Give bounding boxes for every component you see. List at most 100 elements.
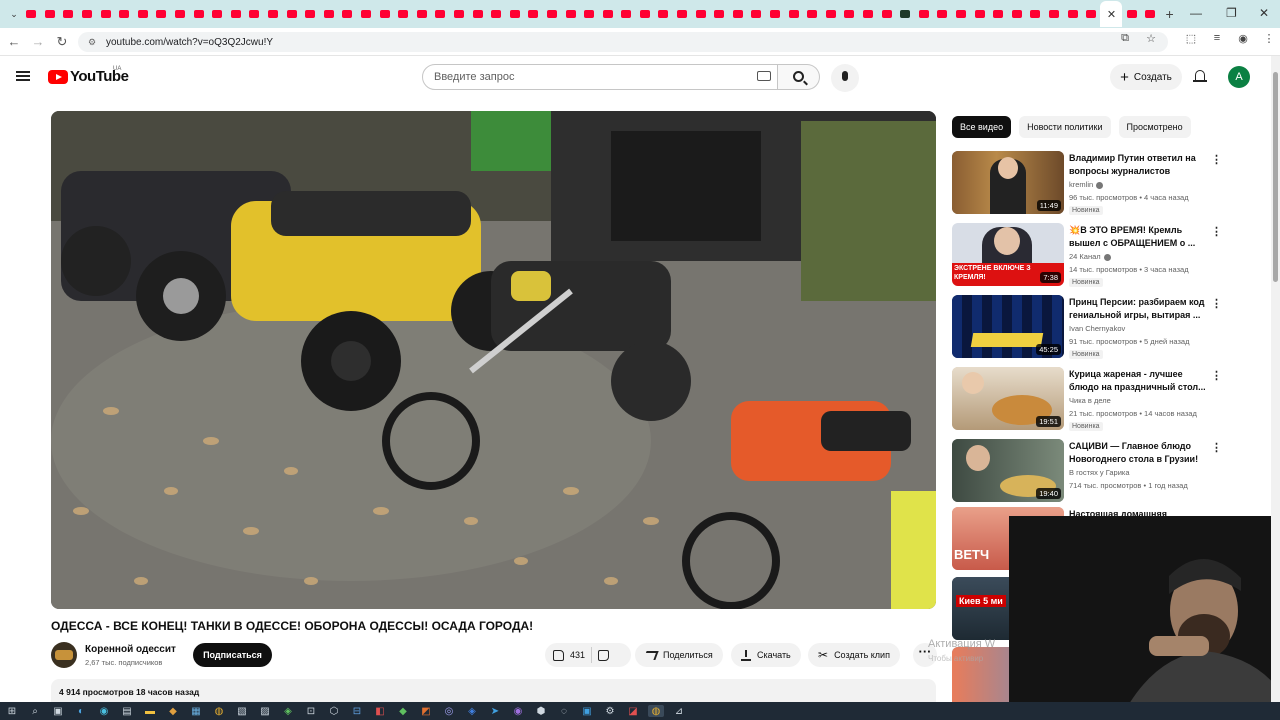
- tab-favicon[interactable]: [412, 2, 431, 26]
- tab-favicon[interactable]: [896, 2, 915, 26]
- like-icon[interactable]: [553, 649, 564, 661]
- recommendation-item[interactable]: 19:51 Курица жареная - лучшее блюдо на п…: [952, 367, 1222, 431]
- recommendation-item[interactable]: 19:40 САЦИВИ — Главное блюдо Новогоднего…: [952, 439, 1222, 503]
- recommendation-item[interactable]: 11:49 Владимир Путин ответил на вопросы …: [952, 151, 1222, 215]
- app-icon[interactable]: ◌: [556, 705, 572, 717]
- dislike-icon[interactable]: [598, 649, 610, 661]
- tab-favicon[interactable]: [1082, 2, 1101, 26]
- tab-favicon[interactable]: [96, 2, 115, 26]
- tab-favicon[interactable]: [673, 2, 692, 26]
- tab-favicon[interactable]: [152, 2, 171, 26]
- tab-favicon[interactable]: [1063, 2, 1082, 26]
- tab-favicon[interactable]: [245, 2, 264, 26]
- app-icon[interactable]: ⊡: [303, 705, 319, 717]
- app-icon[interactable]: ◆: [395, 705, 411, 717]
- tab-favicon[interactable]: [450, 2, 469, 26]
- recommendation-item[interactable]: 45:25 Принц Персии: разбираем код гениал…: [952, 295, 1222, 359]
- rec-title[interactable]: 💥В ЭТО ВРЕМЯ! Кремль вышел с ОБРАЩЕНИЕМ …: [1069, 224, 1209, 250]
- notifications-bell-icon[interactable]: [1193, 69, 1207, 84]
- chrome-active-icon[interactable]: ◍: [648, 705, 664, 717]
- app-icon[interactable]: ◧: [372, 705, 388, 717]
- rec-channel[interactable]: kremlin: [1069, 180, 1104, 189]
- rec-channel[interactable]: 24 Канал: [1069, 252, 1111, 261]
- recommendation-item[interactable]: ЭКСТРЕНЕ ВКЛЮЧЕ З КРЕМЛЯ! 7:38 💥В ЭТО ВР…: [952, 223, 1222, 287]
- page-scrollbar[interactable]: [1271, 56, 1280, 704]
- start-menu-icon[interactable]: ⊞: [4, 705, 20, 717]
- reload-icon[interactable]: ↻: [50, 34, 74, 50]
- voice-search-button[interactable]: [831, 64, 859, 92]
- maximize-window-icon[interactable]: ❐: [1226, 6, 1237, 20]
- rec-title[interactable]: Владимир Путин ответил на вопросы журнал…: [1069, 152, 1209, 178]
- rec-menu-icon[interactable]: ⋮: [1211, 441, 1222, 454]
- rec-title[interactable]: САЦИВИ — Главное блюдо Новогоднего стола…: [1069, 440, 1209, 466]
- app-icon[interactable]: ⬡: [326, 705, 342, 717]
- channel-name[interactable]: Коренной одессит: [85, 644, 176, 655]
- tab-favicon[interactable]: [933, 2, 952, 26]
- tab-favicon[interactable]: [543, 2, 562, 26]
- tab-favicon[interactable]: [375, 2, 394, 26]
- channel-avatar[interactable]: [51, 642, 77, 668]
- youtube-logo[interactable]: YouTube UA: [48, 66, 129, 85]
- video-thumbnail[interactable]: 19:51: [952, 367, 1064, 430]
- tab-favicon[interactable]: [264, 2, 283, 26]
- rec-menu-icon[interactable]: ⋮: [1211, 225, 1222, 238]
- forward-icon[interactable]: →: [26, 34, 50, 49]
- video-player[interactable]: [51, 111, 936, 609]
- tab-favicon[interactable]: [1007, 2, 1026, 26]
- tab-favicon[interactable]: [636, 2, 655, 26]
- tab-favicon[interactable]: [970, 2, 989, 26]
- tab-favicon[interactable]: [431, 2, 450, 26]
- tab-favicon[interactable]: [803, 2, 822, 26]
- tab-favicon[interactable]: [561, 2, 580, 26]
- tab-favicon[interactable]: [747, 2, 766, 26]
- app-icon[interactable]: ◆: [165, 705, 181, 717]
- create-button[interactable]: + Создать: [1110, 64, 1182, 90]
- app-icon[interactable]: ⬢: [533, 705, 549, 717]
- install-app-icon[interactable]: ⧉: [1114, 32, 1136, 45]
- download-button[interactable]: Скачать: [731, 643, 801, 667]
- tab-favicon[interactable]: [301, 2, 320, 26]
- tab-favicon[interactable]: [617, 2, 636, 26]
- chip-watched[interactable]: Просмотрено: [1118, 116, 1191, 138]
- chip-political-news[interactable]: Новости политики: [1019, 116, 1111, 138]
- app-icon[interactable]: ◈: [464, 705, 480, 717]
- app-icon[interactable]: ▨: [257, 705, 273, 717]
- tab-favicon[interactable]: [766, 2, 785, 26]
- tab-favicon[interactable]: [282, 2, 301, 26]
- tab-favicon[interactable]: [729, 2, 748, 26]
- tab-favicon[interactable]: [822, 2, 841, 26]
- tab-favicon[interactable]: [468, 2, 487, 26]
- new-tab-button[interactable]: +: [1160, 6, 1180, 22]
- address-bar[interactable]: ⚙ youtube.com/watch?v=oQ3Q2Jcwu!Y: [78, 32, 1168, 52]
- tab-favicon[interactable]: [320, 2, 339, 26]
- video-thumbnail[interactable]: 11:49: [952, 151, 1064, 214]
- tab-favicon[interactable]: [171, 2, 190, 26]
- keyboard-icon[interactable]: [757, 71, 771, 81]
- rec-channel[interactable]: Ivan Chernyakov: [1069, 324, 1125, 333]
- back-icon[interactable]: ←: [2, 34, 26, 49]
- app-icon[interactable]: ⊿: [671, 705, 687, 717]
- tab-favicon[interactable]: [22, 2, 41, 26]
- app-icon[interactable]: ▧: [234, 705, 250, 717]
- minimize-window-icon[interactable]: —: [1190, 6, 1202, 20]
- tab-favicon[interactable]: [989, 2, 1008, 26]
- app-icon[interactable]: ◉: [96, 705, 112, 717]
- active-tab[interactable]: ✕: [1100, 1, 1123, 27]
- tab-favicon[interactable]: [505, 2, 524, 26]
- browser-menu-icon[interactable]: ⋮: [1258, 32, 1280, 45]
- tab-favicon[interactable]: [59, 2, 78, 26]
- tab-favicon[interactable]: [227, 2, 246, 26]
- rec-title[interactable]: Курица жареная - лучшее блюдо на праздни…: [1069, 368, 1209, 394]
- tab-favicon[interactable]: [394, 2, 413, 26]
- tab-favicon[interactable]: [691, 2, 710, 26]
- tab-favicon[interactable]: [338, 2, 357, 26]
- tab-favicon[interactable]: [952, 2, 971, 26]
- rec-menu-icon[interactable]: ⋮: [1211, 297, 1222, 310]
- tab-favicon[interactable]: [41, 2, 60, 26]
- tab-list-dropdown-icon[interactable]: ⌄: [6, 2, 22, 26]
- share-button[interactable]: Поделиться: [635, 643, 723, 667]
- account-avatar[interactable]: A: [1228, 66, 1250, 88]
- site-info-icon[interactable]: ⚙: [88, 37, 100, 48]
- tab-favicon[interactable]: [859, 2, 878, 26]
- app-icon[interactable]: ⊟: [349, 705, 365, 717]
